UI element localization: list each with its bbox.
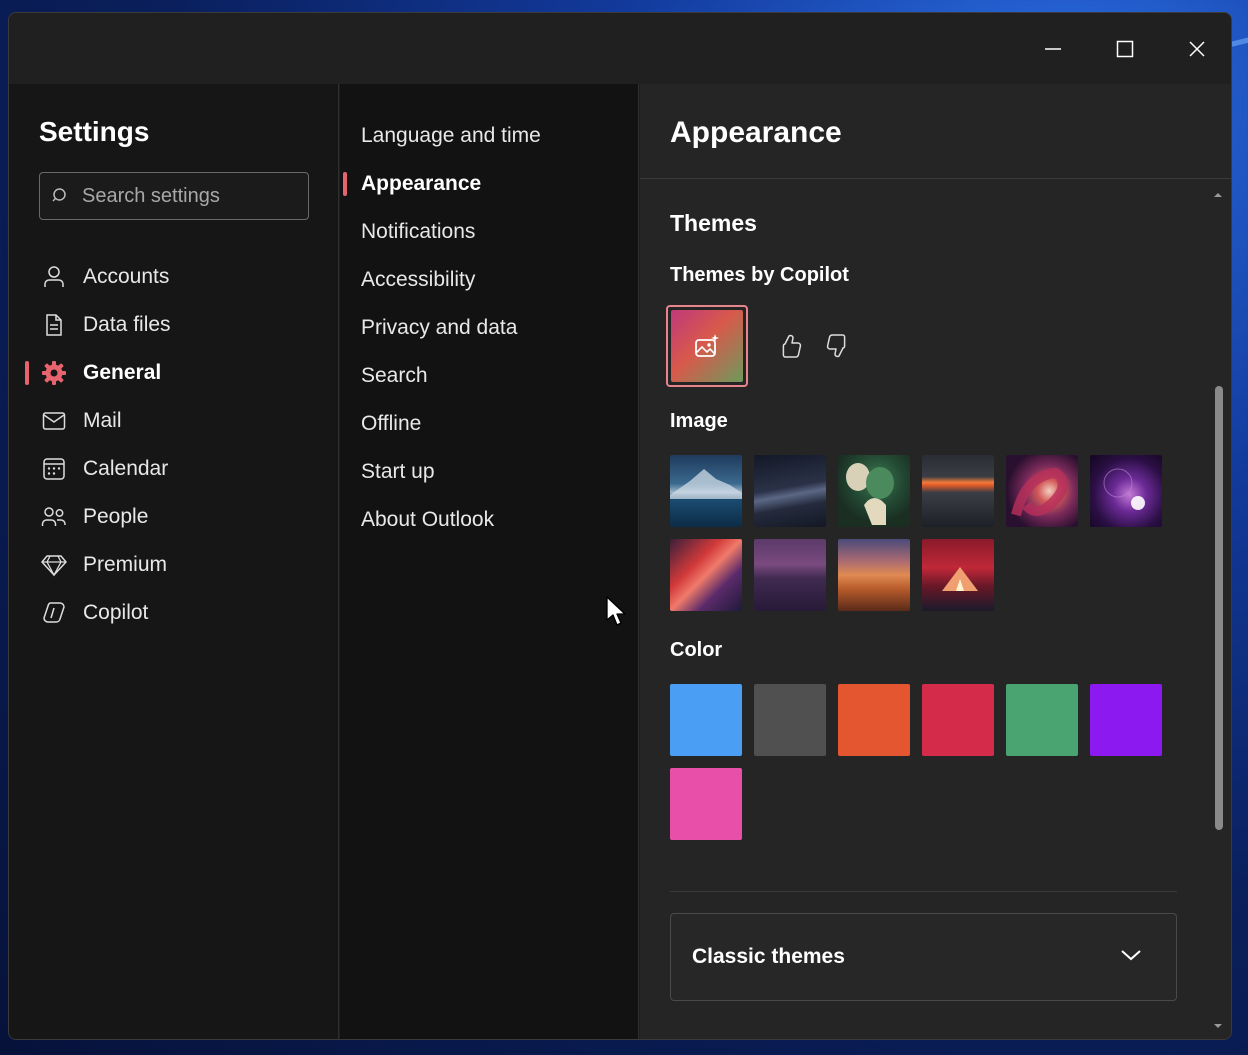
search-box[interactable] (39, 172, 309, 220)
settings-window: Settings Accounts Data files (8, 12, 1232, 1040)
header-divider (640, 178, 1231, 179)
image-theme-swirl-red[interactable] (1006, 455, 1078, 527)
close-button[interactable] (1169, 27, 1225, 71)
nav-item-data-files[interactable]: Data files (25, 303, 325, 347)
gear-icon (41, 360, 67, 386)
search-icon (52, 188, 66, 202)
nav-label-copilot: Copilot (83, 601, 149, 624)
color-swatch-pink[interactable] (670, 768, 742, 840)
minimize-icon (1045, 48, 1061, 50)
minimize-button[interactable] (1025, 27, 1081, 71)
nav-label-mail: Mail (83, 409, 122, 432)
scroll-up-arrow-icon[interactable] (1213, 190, 1223, 200)
swirl-graphic (1011, 467, 1068, 517)
image-theme-purple-desert[interactable] (754, 539, 826, 611)
scroll-down-arrow-icon[interactable] (1213, 1021, 1223, 1031)
active-indicator (343, 172, 347, 196)
appearance-pane: Appearance Themes Themes by Copilot Imag… (640, 84, 1231, 1039)
copilot-icon (41, 600, 67, 626)
close-icon (1189, 41, 1205, 57)
document-icon (41, 312, 67, 338)
maximize-button[interactable] (1097, 27, 1153, 71)
thumbs-down-icon (826, 334, 846, 358)
nav-item-general[interactable]: General (25, 351, 325, 395)
image-theme-mountain-lake[interactable] (670, 455, 742, 527)
section-divider (670, 891, 1177, 892)
image-theme-green-sculpture[interactable] (838, 455, 910, 527)
subnav-search[interactable]: Search (340, 354, 639, 398)
nav-label-accounts: Accounts (83, 265, 170, 288)
tent-graphic (942, 567, 978, 591)
settings-sidebar: Settings Accounts Data files (9, 84, 339, 1039)
subnav-appearance[interactable]: Appearance (340, 162, 639, 206)
subnav-start-up[interactable]: Start up (340, 450, 639, 494)
nav-label-general: General (83, 361, 162, 384)
nav-item-mail[interactable]: Mail (25, 399, 325, 443)
nav-item-copilot[interactable]: Copilot (25, 591, 325, 635)
mail-icon (41, 408, 67, 434)
image-theme-red-tent[interactable] (922, 539, 994, 611)
nav-item-calendar[interactable]: Calendar (25, 447, 325, 491)
classic-themes-expander[interactable]: Classic themes (670, 913, 1177, 1001)
subnav-notifications[interactable]: Notifications (340, 210, 639, 254)
mouse-cursor-icon (606, 596, 626, 626)
copilot-theme-tile[interactable] (666, 305, 748, 387)
nav-label-calendar: Calendar (83, 457, 169, 480)
copilot-themes-heading: Themes by Copilot (670, 264, 849, 286)
nav-label-people: People (83, 505, 149, 528)
nav-label-premium: Premium (83, 553, 168, 576)
diamond-icon (41, 552, 67, 578)
color-swatch-purple[interactable] (1090, 684, 1162, 756)
color-swatch-green[interactable] (1006, 684, 1078, 756)
subnav-offline[interactable]: Offline (340, 402, 639, 446)
page-title: Appearance (670, 116, 842, 149)
subnav-label-appearance: Appearance (361, 172, 482, 195)
orbs-graphic (1103, 468, 1145, 510)
color-swatch-gray[interactable] (754, 684, 826, 756)
maximize-icon (1116, 40, 1134, 58)
subnav-language-and-time[interactable]: Language and time (340, 114, 639, 158)
calendar-icon (41, 456, 67, 482)
thumbs-down-button[interactable] (822, 330, 854, 362)
scrollbar-thumb[interactable] (1215, 386, 1223, 830)
mountain-graphic (670, 469, 742, 499)
image-sparkle-icon (695, 334, 719, 357)
color-swatch-red[interactable] (922, 684, 994, 756)
nav-label-data-files: Data files (83, 313, 171, 336)
color-heading: Color (670, 639, 723, 661)
image-theme-dunes-night[interactable] (754, 455, 826, 527)
subnav-accessibility[interactable]: Accessibility (340, 258, 639, 302)
image-theme-abstract-shapes[interactable] (670, 539, 742, 611)
general-subnav: Language and time Appearance Notificatio… (340, 84, 639, 1039)
image-theme-sunset-ridge[interactable] (922, 455, 994, 527)
image-theme-orange-dunes[interactable] (838, 539, 910, 611)
settings-title: Settings (39, 116, 150, 147)
nav-item-premium[interactable]: Premium (25, 543, 325, 587)
nav-item-people[interactable]: People (25, 495, 325, 539)
nav-item-accounts[interactable]: Accounts (25, 255, 325, 299)
subnav-privacy-and-data[interactable]: Privacy and data (340, 306, 639, 350)
people-icon (41, 504, 67, 530)
image-heading: Image (670, 410, 728, 432)
person-icon (41, 264, 67, 290)
thumbs-up-button[interactable] (774, 330, 806, 362)
active-indicator (25, 361, 29, 385)
sculpture-graphic (846, 463, 894, 525)
color-swatch-blue[interactable] (670, 684, 742, 756)
chevron-down-icon (1121, 950, 1141, 961)
image-theme-purple-orbs[interactable] (1090, 455, 1162, 527)
classic-themes-label: Classic themes (692, 945, 845, 968)
search-input[interactable] (82, 184, 302, 208)
title-bar (9, 13, 1231, 84)
themes-heading: Themes (670, 210, 757, 236)
color-swatch-orange[interactable] (838, 684, 910, 756)
subnav-about-outlook[interactable]: About Outlook (340, 498, 639, 542)
thumbs-up-icon (782, 334, 802, 358)
